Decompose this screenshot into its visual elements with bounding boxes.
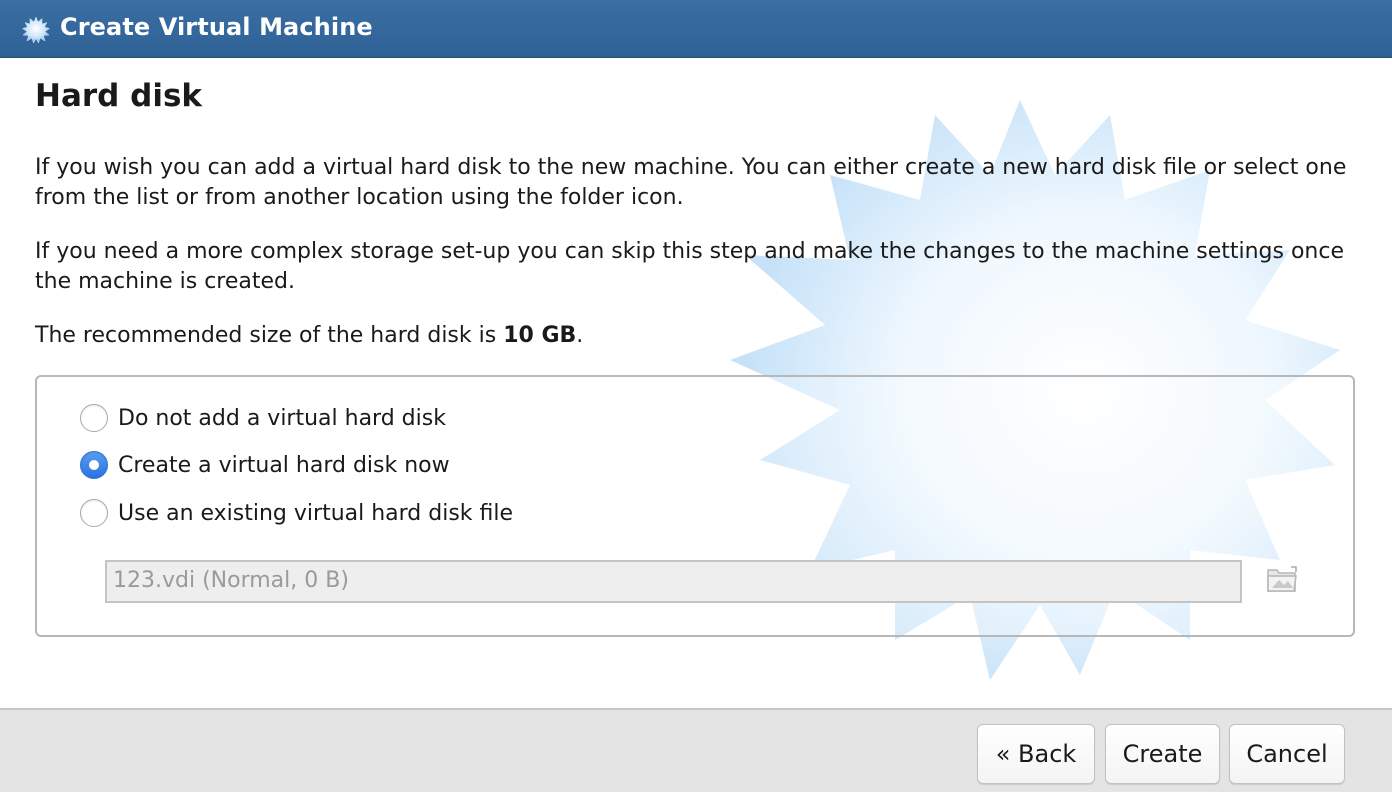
radio-button[interactable] bbox=[80, 404, 108, 432]
page-heading: Hard disk bbox=[35, 78, 203, 114]
existing-disk-select[interactable]: 123.vdi (Normal, 0 B) bbox=[105, 560, 1242, 603]
radio-button[interactable] bbox=[80, 499, 108, 527]
recommended-size-value: 10 GB bbox=[503, 323, 577, 348]
recommended-size-text: The recommended size of the hard disk is… bbox=[35, 321, 1355, 351]
button-bar: « Back Create Cancel bbox=[0, 708, 1392, 792]
back-button[interactable]: « Back bbox=[977, 724, 1095, 784]
recommended-prefix: The recommended size of the hard disk is bbox=[35, 323, 504, 348]
radio-label[interactable]: Use an existing virtual hard disk file bbox=[118, 501, 513, 526]
cancel-button[interactable]: Cancel bbox=[1229, 724, 1345, 784]
radio-dot bbox=[89, 460, 99, 470]
virtualbox-starburst-icon bbox=[21, 16, 51, 44]
window-title: Create Virtual Machine bbox=[60, 13, 373, 41]
radio-option-no-disk[interactable]: Do not add a virtual hard disk bbox=[80, 403, 446, 433]
radio-option-create-disk[interactable]: Create a virtual hard disk now bbox=[80, 450, 450, 480]
skip-info-paragraph: If you need a more complex storage set-u… bbox=[35, 239, 1345, 294]
hard-disk-options-group: Do not add a virtual hard disk Create a … bbox=[35, 375, 1355, 637]
create-button[interactable]: Create bbox=[1105, 724, 1220, 784]
radio-label[interactable]: Do not add a virtual hard disk bbox=[118, 406, 446, 431]
folder-icon[interactable] bbox=[1265, 563, 1299, 595]
create-vm-dialog: Create Virtual Machine Hard disk If you … bbox=[0, 0, 1392, 792]
recommended-suffix: . bbox=[576, 323, 584, 348]
radio-option-existing-disk[interactable]: Use an existing virtual hard disk file bbox=[80, 498, 513, 528]
radio-label[interactable]: Create a virtual hard disk now bbox=[118, 453, 450, 478]
title-bar: Create Virtual Machine bbox=[0, 0, 1392, 58]
intro-paragraph: If you wish you can add a virtual hard d… bbox=[35, 155, 1347, 210]
radio-button-checked[interactable] bbox=[80, 451, 108, 479]
